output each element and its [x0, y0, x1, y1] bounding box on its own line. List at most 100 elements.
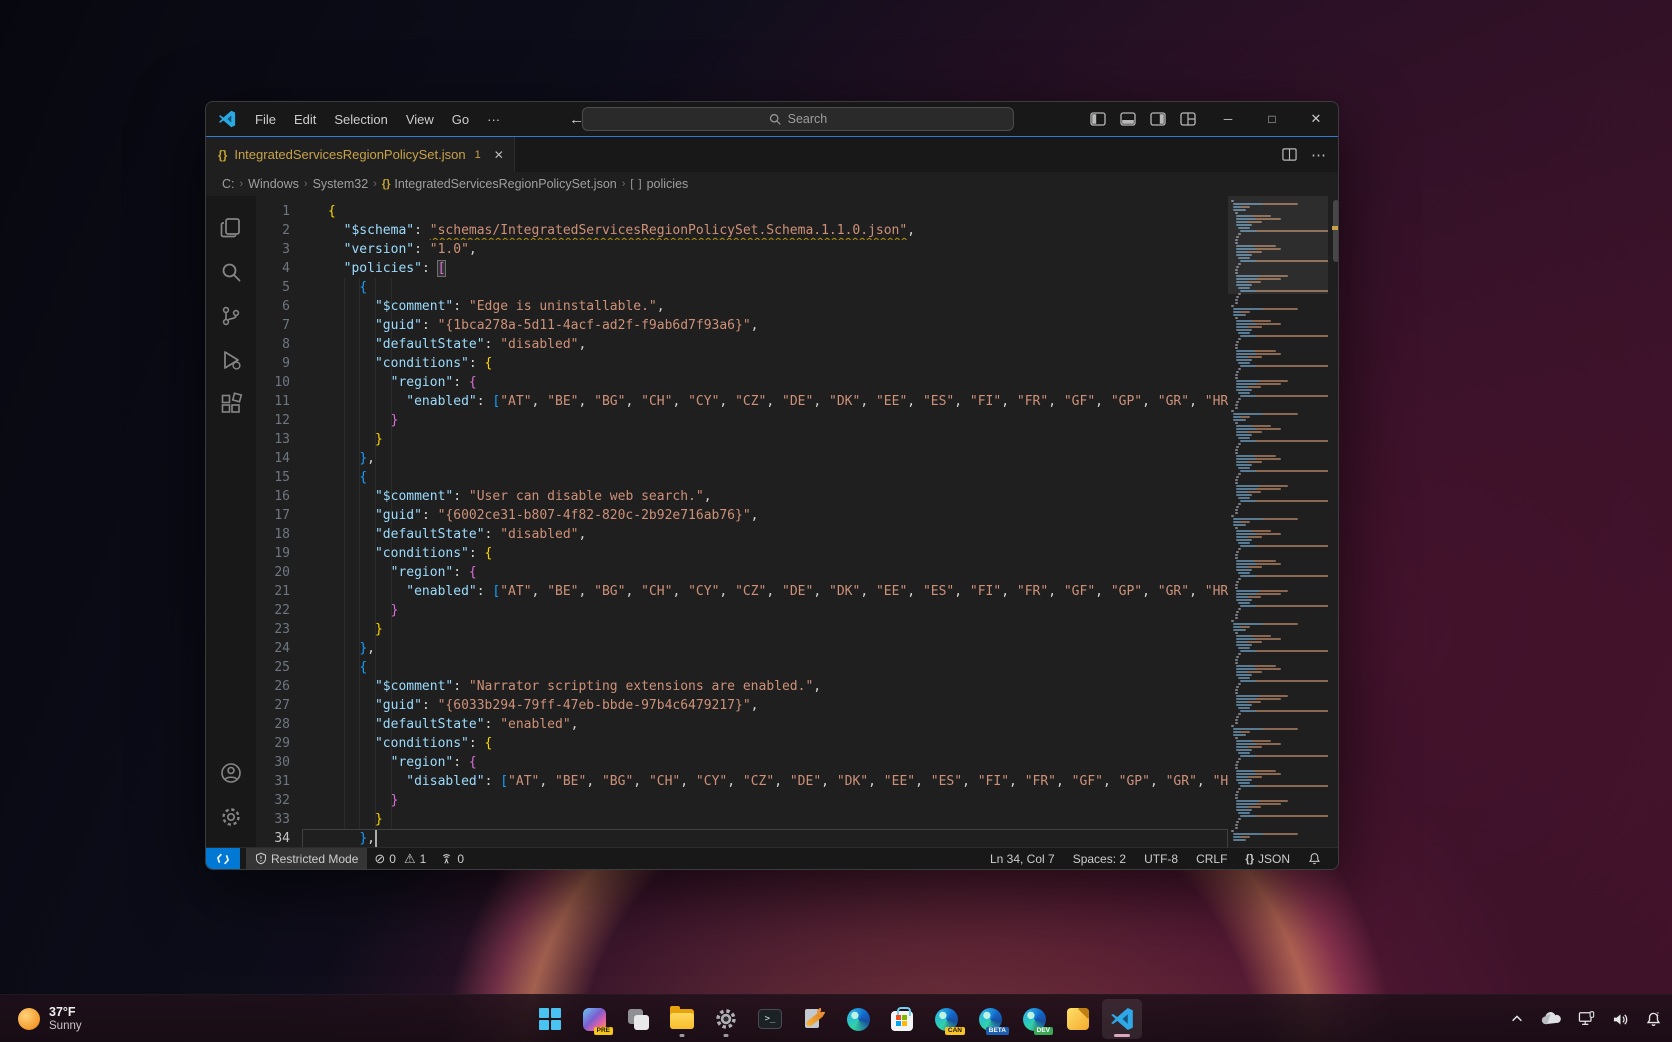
weather-temp: 37°F [49, 1005, 82, 1019]
json-braces-icon: {} [382, 178, 391, 190]
settings-gear-icon[interactable] [209, 795, 253, 839]
system-tray: z [1510, 999, 1662, 1039]
remote-indicator[interactable] [206, 848, 240, 869]
taskbar-task-view-icon[interactable] [618, 999, 658, 1039]
taskbar: 37°F Sunny PRE >_ CAN BETA DEV z [0, 994, 1672, 1042]
volume-icon[interactable] [1612, 1012, 1629, 1027]
breadcrumb-segment[interactable]: ›{}IntegratedServicesRegionPolicySet.jso… [368, 177, 617, 191]
ports-indicator[interactable]: 0 [433, 848, 471, 869]
taskbar-microsoft-store-icon[interactable] [882, 999, 922, 1039]
taskbar-settings-icon[interactable] [706, 999, 746, 1039]
breadcrumb-separator: › [240, 178, 244, 190]
restricted-mode-badge[interactable]: Restricted Mode [246, 848, 367, 869]
badge-beta: BETA [986, 1027, 1009, 1036]
taskbar-vscode-icon[interactable] [1102, 999, 1142, 1039]
line-number: 5 [256, 278, 302, 297]
taskbar-copilot-preview-icon[interactable]: PRE [574, 999, 614, 1039]
more-actions-icon[interactable]: ⋯ [1311, 146, 1326, 164]
title-bar: FileEditSelectionViewGo··· ← → Search ─ … [206, 102, 1338, 136]
indentation[interactable]: Spaces: 2 [1064, 852, 1135, 866]
toggle-primary-sidebar-icon[interactable] [1090, 111, 1106, 127]
code-line: 21 "enabled": ["AT", "BE", "BG", "CH", "… [256, 582, 1228, 601]
search-icon [769, 113, 782, 126]
split-editor-icon[interactable] [1282, 147, 1297, 162]
tab-problem-badge: 1 [475, 149, 481, 161]
network-icon[interactable] [1578, 1011, 1596, 1027]
breadcrumb-separator: › [373, 178, 377, 190]
code-line: 2 "$schema": "schemas/IntegratedServices… [256, 221, 1228, 240]
taskbar-edge-dev-icon[interactable]: DEV [1014, 999, 1054, 1039]
source-control-icon[interactable] [209, 294, 253, 338]
editor-region[interactable]: 1{2 "$schema": "schemas/IntegratedServic… [256, 196, 1339, 847]
weather-widget[interactable]: 37°F Sunny [10, 999, 90, 1039]
taskbar-edge-beta-icon[interactable]: BETA [970, 999, 1010, 1039]
problems-indicator[interactable]: ⊘ 0 ⚠ 1 [367, 848, 433, 869]
toggle-panel-icon[interactable] [1120, 111, 1136, 127]
code-line: 32 } [256, 791, 1228, 810]
menu-item-go[interactable]: Go [443, 109, 478, 130]
line-number: 31 [256, 772, 302, 791]
explorer-icon[interactable] [209, 206, 253, 250]
menu-item-[interactable]: ··· [478, 109, 509, 130]
code-line: 25 { [256, 658, 1228, 677]
line-number: 1 [256, 202, 302, 221]
code-line: 20 "region": { [256, 563, 1228, 582]
menu-item-edit[interactable]: Edit [285, 109, 325, 130]
tab-close-icon[interactable]: ✕ [494, 148, 504, 162]
menu-item-selection[interactable]: Selection [325, 109, 396, 130]
line-number: 10 [256, 373, 302, 392]
line-number: 27 [256, 696, 302, 715]
line-number: 4 [256, 259, 302, 278]
minimap-slider[interactable] [1228, 196, 1328, 294]
json-file-icon: {} [218, 148, 227, 162]
extensions-icon[interactable] [209, 382, 253, 426]
maximize-button[interactable]: □ [1250, 102, 1294, 136]
menu-item-view[interactable]: View [397, 109, 443, 130]
cursor-position[interactable]: Ln 34, Col 7 [981, 852, 1064, 866]
warning-marker [1332, 226, 1339, 230]
onedrive-icon[interactable] [1540, 1012, 1562, 1026]
code-line: 31 "disabled": ["AT", "BE", "BG", "CH", … [256, 772, 1228, 791]
code-line: 26 "$comment": "Narrator scripting exten… [256, 677, 1228, 696]
code-line: 22 } [256, 601, 1228, 620]
taskbar-icons: PRE >_ CAN BETA DEV [530, 999, 1142, 1039]
minimize-button[interactable]: ─ [1206, 102, 1250, 136]
code-line: 27 "guid": "{6033b294-79ff-47eb-bbde-97b… [256, 696, 1228, 715]
line-number: 11 [256, 392, 302, 411]
encoding[interactable]: UTF-8 [1135, 852, 1187, 866]
focus-assist-bell-icon[interactable]: z [1645, 1011, 1662, 1027]
tray-chevron-up-icon[interactable] [1510, 1012, 1524, 1026]
toggle-secondary-sidebar-icon[interactable] [1150, 111, 1166, 127]
running-indicator [724, 1034, 729, 1037]
taskbar-edge-canary-icon[interactable]: CAN [926, 999, 966, 1039]
code-line: 12 } [256, 411, 1228, 430]
eol-sequence[interactable]: CRLF [1187, 852, 1236, 866]
code-line: 19 "conditions": { [256, 544, 1228, 563]
taskbar-files-app-icon[interactable] [1058, 999, 1098, 1039]
taskbar-start-button-icon[interactable] [530, 999, 570, 1039]
scrollbar-thumb[interactable] [1333, 200, 1339, 262]
breadcrumb-segment[interactable]: ›System32 [299, 177, 368, 191]
accounts-icon[interactable] [209, 751, 253, 795]
breadcrumb-segment[interactable]: ›Windows [235, 177, 299, 191]
search-input[interactable]: Search [582, 107, 1014, 131]
badge-pre: PRE [594, 1027, 613, 1036]
search-sidebar-icon[interactable] [209, 250, 253, 294]
taskbar-file-explorer-icon[interactable] [662, 999, 702, 1039]
taskbar-terminal-icon[interactable]: >_ [750, 999, 790, 1039]
taskbar-powertoys-icon[interactable] [794, 999, 834, 1039]
taskbar-edge-icon[interactable] [838, 999, 878, 1039]
menu-item-file[interactable]: File [246, 109, 285, 130]
minimap[interactable] [1228, 196, 1328, 847]
notifications-bell-icon[interactable] [1299, 852, 1330, 865]
code-line: 15 { [256, 468, 1228, 487]
breadcrumb-segment[interactable]: ›[ ]policies [617, 177, 689, 191]
customize-layout-icon[interactable] [1180, 111, 1196, 127]
close-button[interactable]: ✕ [1294, 102, 1338, 136]
code-area[interactable]: 1{2 "$schema": "schemas/IntegratedServic… [256, 196, 1228, 847]
code-line: 6 "$comment": "Edge is uninstallable.", [256, 297, 1228, 316]
run-debug-icon[interactable] [209, 338, 253, 382]
breadcrumb-segment[interactable]: C: [222, 177, 235, 191]
tab-integratedservicesregionpolicyset[interactable]: {} IntegratedServicesRegionPolicySet.jso… [206, 137, 515, 172]
language-mode[interactable]: {} JSON [1236, 852, 1299, 866]
